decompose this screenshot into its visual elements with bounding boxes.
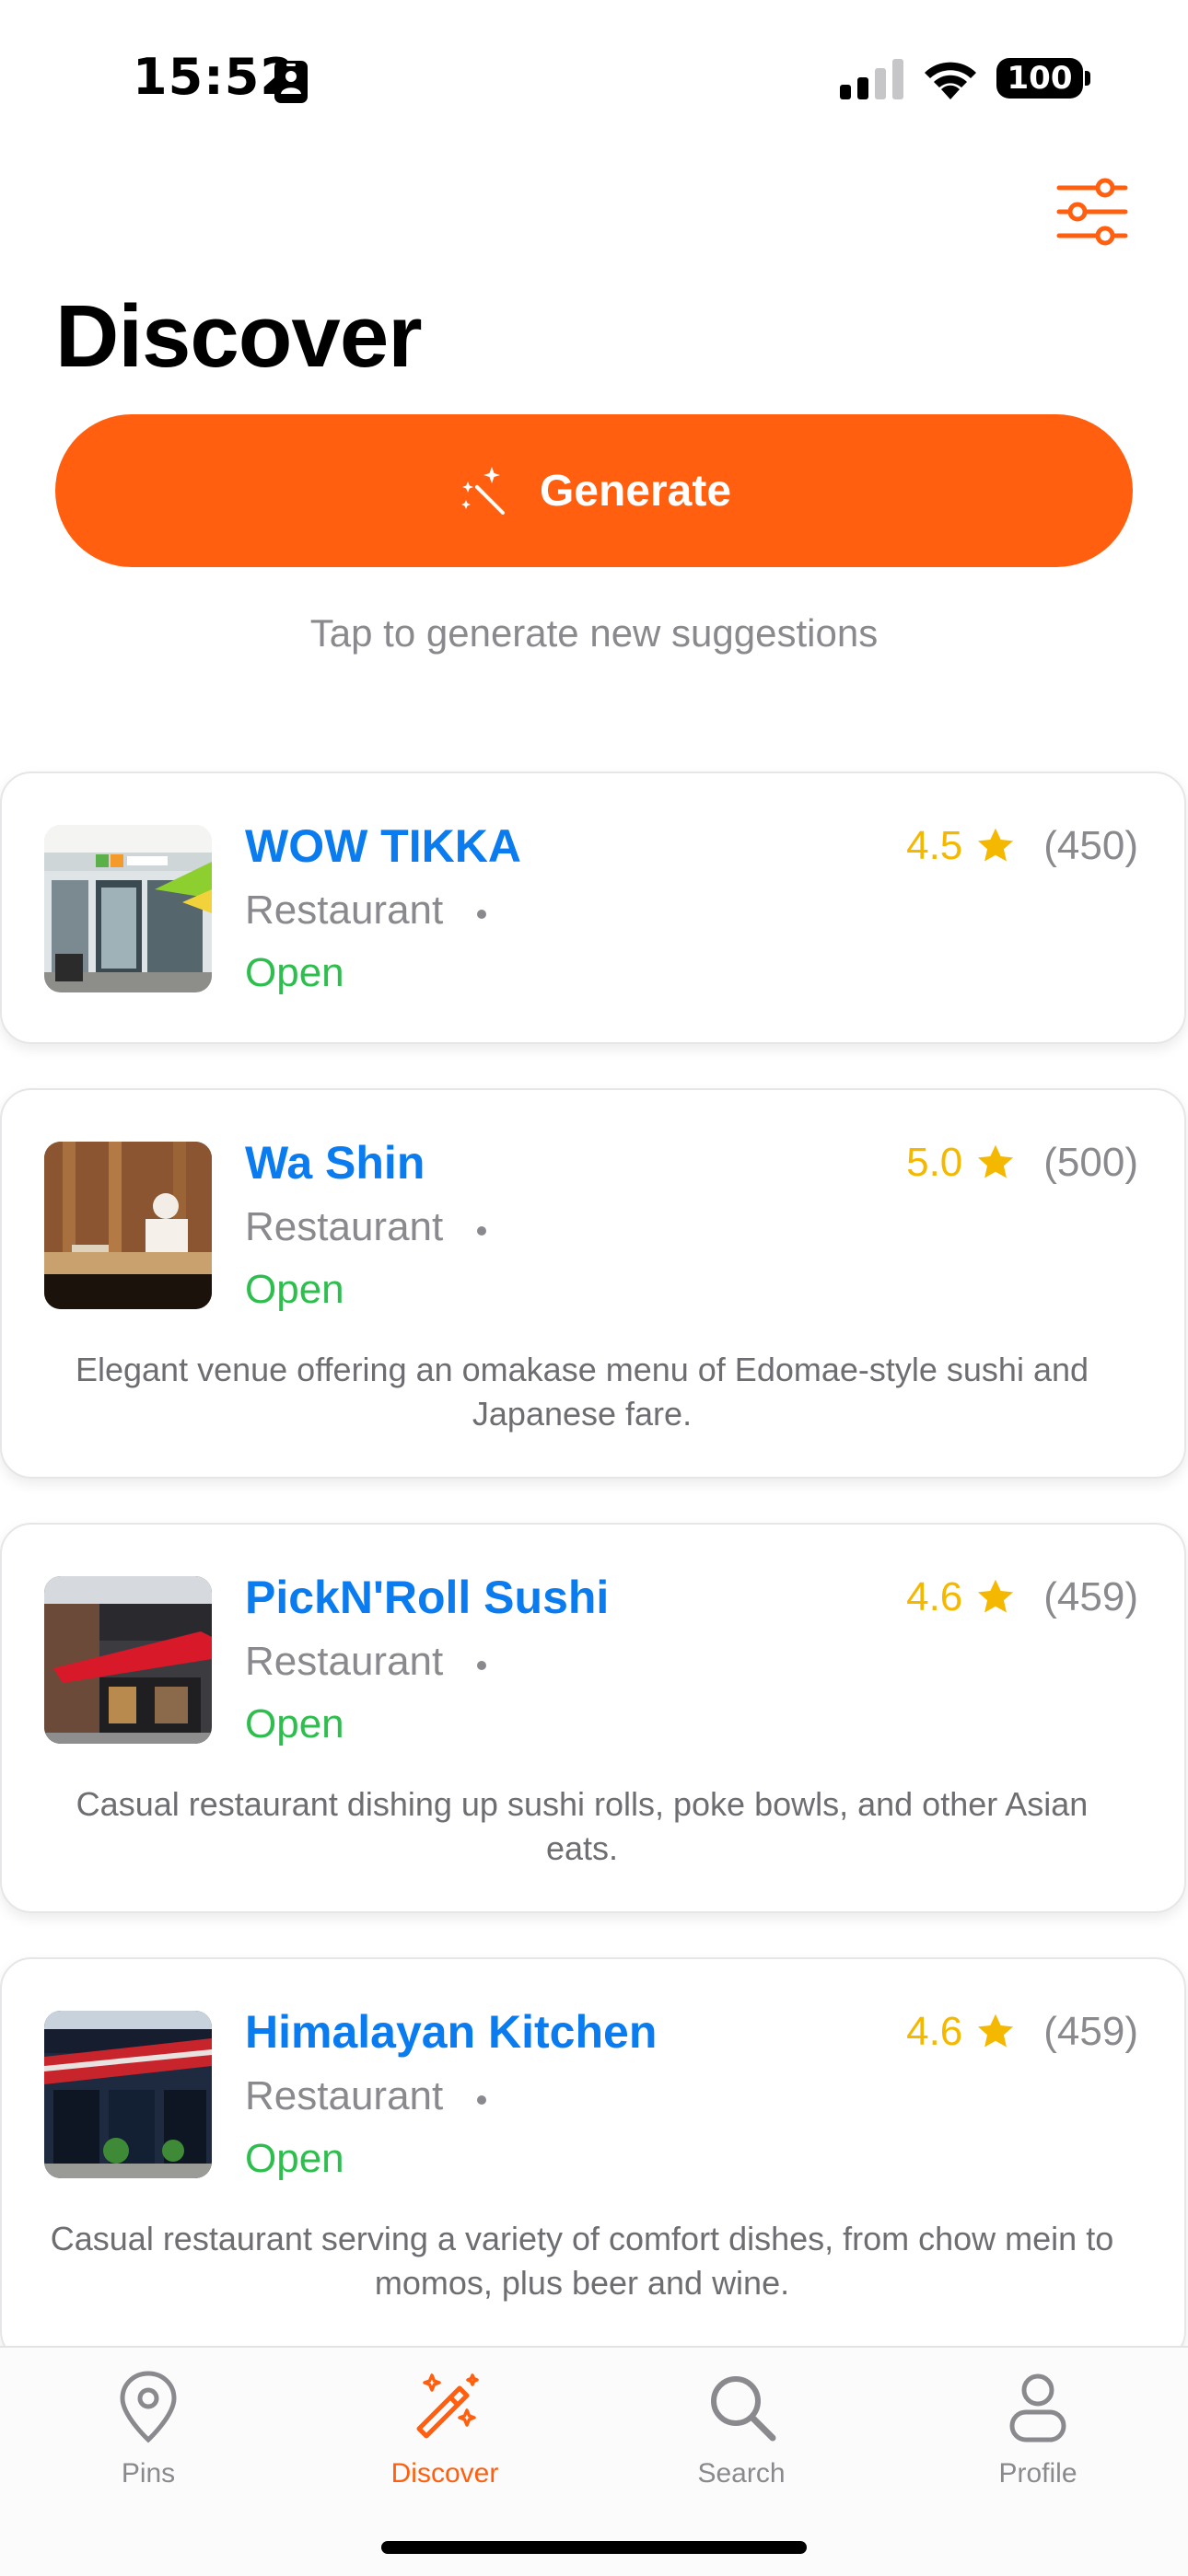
place-name[interactable]: WOW TIKKA bbox=[245, 819, 521, 873]
tab-label: Profile bbox=[998, 2458, 1077, 2489]
open-status: Open bbox=[245, 950, 344, 995]
place-photo bbox=[44, 2011, 212, 2178]
status-time: 15:52 bbox=[133, 48, 296, 106]
place-card[interactable]: PickN'Roll Sushi 4.6 (459) Restaurant Op… bbox=[0, 1523, 1186, 1913]
place-description: Elegant venue offering an omakase menu o… bbox=[75, 1351, 1089, 1433]
person-icon bbox=[1009, 2373, 1066, 2443]
separator-dot bbox=[477, 1661, 486, 1670]
status-bar: 15:52 100 bbox=[0, 0, 1188, 157]
page-title: Discover bbox=[55, 287, 423, 386]
place-name[interactable]: Wa Shin bbox=[245, 1136, 425, 1189]
battery-tip bbox=[1085, 71, 1090, 86]
home-indicator[interactable] bbox=[381, 2541, 807, 2554]
star-icon bbox=[978, 2013, 1014, 2048]
filter-sliders-icon[interactable] bbox=[1050, 175, 1135, 249]
place-type: Restaurant bbox=[245, 2073, 444, 2118]
place-rating: 4.5 (450) bbox=[906, 823, 1138, 869]
star-icon bbox=[978, 1144, 1014, 1178]
place-description: Casual restaurant dishing up sushi rolls… bbox=[76, 1785, 1089, 1867]
separator-dot bbox=[477, 1226, 486, 1236]
place-photo bbox=[44, 1576, 212, 1744]
place-type: Restaurant bbox=[245, 888, 444, 933]
tab-label: Discover bbox=[390, 2458, 499, 2489]
review-count: (500) bbox=[1043, 1140, 1138, 1185]
battery-indicator: 100 bbox=[996, 58, 1083, 99]
tab-search[interactable]: Search bbox=[593, 2368, 890, 2515]
review-count: (459) bbox=[1043, 2009, 1138, 2054]
generate-button[interactable]: Generate bbox=[55, 414, 1133, 567]
separator-dot bbox=[477, 2095, 486, 2105]
place-type: Restaurant bbox=[245, 1204, 444, 1249]
place-name[interactable]: PickN'Roll Sushi bbox=[245, 1571, 609, 1624]
generate-hint: Tap to generate new suggestions bbox=[309, 611, 879, 655]
rating-value: 4.5 bbox=[906, 823, 963, 868]
cellular-signal-icon bbox=[840, 59, 903, 99]
tab-label: Search bbox=[697, 2458, 786, 2489]
open-status: Open bbox=[245, 2136, 344, 2181]
place-rating: 4.6 (459) bbox=[906, 2009, 1138, 2055]
rating-value: 5.0 bbox=[906, 1140, 963, 1185]
star-icon bbox=[978, 828, 1014, 862]
place-card[interactable]: WOW TIKKA 4.5 (450) Restaurant Open bbox=[0, 772, 1186, 1044]
rating-value: 4.6 bbox=[906, 1574, 963, 1619]
separator-dot bbox=[477, 910, 486, 919]
tab-pins[interactable]: Pins bbox=[0, 2368, 297, 2515]
review-count: (450) bbox=[1043, 823, 1138, 868]
rating-value: 4.6 bbox=[906, 2009, 963, 2054]
place-rating: 4.6 (459) bbox=[906, 1574, 1138, 1620]
tab-discover[interactable]: Discover bbox=[297, 2368, 593, 2515]
search-icon bbox=[711, 2376, 776, 2442]
place-type: Restaurant bbox=[245, 1639, 444, 1684]
review-count: (459) bbox=[1043, 1574, 1138, 1619]
place-card[interactable]: Wa Shin 5.0 (500) Restaurant Open Elegan… bbox=[0, 1088, 1186, 1479]
contact-card-icon bbox=[274, 61, 308, 103]
star-icon bbox=[978, 1579, 1014, 1613]
place-description: Casual restaurant serving a variety of c… bbox=[50, 2220, 1114, 2302]
magic-wand-icon bbox=[416, 2373, 479, 2439]
tab-label: Pins bbox=[121, 2458, 176, 2489]
place-name[interactable]: Himalayan Kitchen bbox=[245, 2005, 657, 2059]
open-status: Open bbox=[245, 1701, 344, 1746]
wifi-icon bbox=[925, 62, 976, 99]
open-status: Open bbox=[245, 1267, 344, 1312]
tab-profile[interactable]: Profile bbox=[890, 2368, 1186, 2515]
place-card[interactable]: Himalayan Kitchen 4.6 (459) Restaurant O… bbox=[0, 1957, 1186, 2362]
generate-label: Generate bbox=[539, 466, 732, 516]
place-photo bbox=[44, 825, 212, 992]
place-photo bbox=[44, 1142, 212, 1309]
place-rating: 5.0 (500) bbox=[906, 1140, 1138, 1186]
magic-wand-icon bbox=[460, 467, 505, 515]
map-pin-icon bbox=[120, 2371, 177, 2443]
